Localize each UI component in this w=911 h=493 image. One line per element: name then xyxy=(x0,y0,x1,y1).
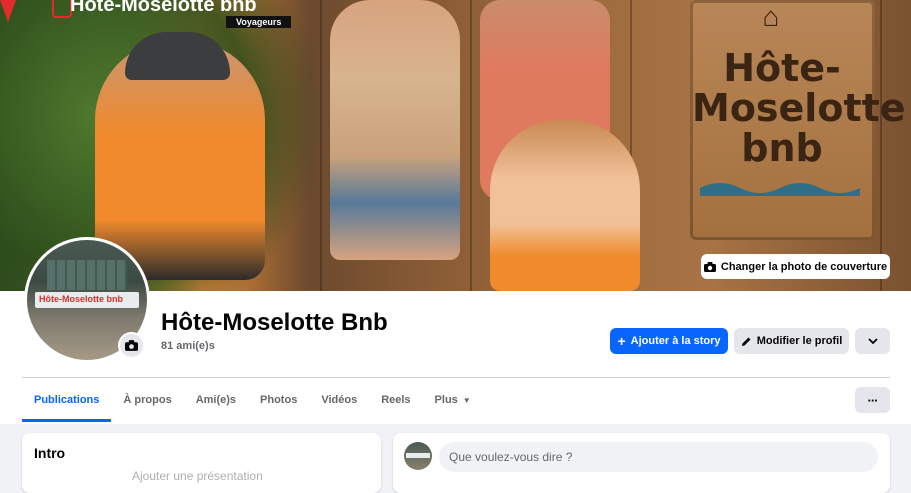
change-cover-label: Changer la photo de couverture xyxy=(720,260,888,273)
edit-profile-button[interactable]: Modifier le profil xyxy=(734,328,849,354)
cover-plank xyxy=(470,0,472,291)
intro-faded-text[interactable]: Ajouter une présentation xyxy=(132,469,263,483)
tab-label: Reels xyxy=(381,394,411,406)
add-story-label: Ajouter à la story xyxy=(630,335,721,347)
tab-label: Ami(e)s xyxy=(195,394,237,406)
cover-photo[interactable]: ⌂ Hôte- Moselotte bnb Hôte-Moselotte bnb… xyxy=(0,0,911,291)
tab-videos[interactable]: Vidéos xyxy=(309,378,369,422)
cover-girl-figure xyxy=(490,120,640,291)
post-composer-card xyxy=(393,433,890,493)
tab-about[interactable]: À propos xyxy=(111,378,183,422)
cover-woman-figure xyxy=(330,0,460,260)
tab-label: À propos xyxy=(123,394,172,406)
avatar-sign-text: Hôte-Moselotte bnb xyxy=(39,294,123,304)
cover-brand-name: Hôte-Moselotte bnb xyxy=(70,0,257,16)
sign-logo-icon: ⌂ xyxy=(762,1,780,32)
profile-tabs: Publications À propos Ami(e)s Photos Vid… xyxy=(22,378,483,422)
add-to-story-button[interactable]: + Ajouter à la story xyxy=(610,328,728,354)
pencil-icon xyxy=(741,337,751,346)
caret-down-icon: ▼ xyxy=(462,395,471,405)
tab-friends[interactable]: Ami(e)s xyxy=(184,378,248,422)
profile-options-dropdown[interactable] xyxy=(855,328,890,354)
cover-plank xyxy=(320,0,322,291)
intro-card: Intro Ajouter une présentation xyxy=(22,433,381,493)
tab-publications[interactable]: Publications xyxy=(22,378,112,422)
avatar-sign: Hôte-Moselotte bnb xyxy=(35,292,139,308)
cover-brand-banner: Hôte-Moselotte bnb Voyageurs xyxy=(0,0,310,28)
brand-heart-icon xyxy=(0,0,16,22)
more-options-button[interactable]: ··· xyxy=(855,387,890,413)
tab-label: Vidéos xyxy=(321,394,358,406)
sign-wave-icon xyxy=(700,183,860,196)
composer-avatar-sign xyxy=(406,453,430,458)
tab-more[interactable]: Plus ▼ xyxy=(423,378,483,422)
ellipsis-icon: ··· xyxy=(867,392,879,408)
plus-icon: + xyxy=(617,333,626,349)
cover-plank xyxy=(880,0,882,291)
tab-reels[interactable]: Reels xyxy=(369,378,422,422)
profile-name: Hôte-Moselotte Bnb xyxy=(161,309,388,336)
camera-icon xyxy=(703,261,716,272)
edit-profile-label: Modifier le profil xyxy=(756,335,843,347)
tab-label: Plus xyxy=(434,394,458,406)
friends-count[interactable]: 81 ami(e)s xyxy=(161,340,215,352)
tab-label: Photos xyxy=(260,394,298,406)
camera-icon xyxy=(125,340,138,351)
tab-photos[interactable]: Photos xyxy=(248,378,309,422)
cover-brand-tagline: Voyageurs xyxy=(226,16,292,28)
brand-logo-icon xyxy=(52,0,72,18)
update-avatar-button[interactable] xyxy=(118,332,145,359)
post-composer-input[interactable] xyxy=(439,442,878,472)
cover-sign-text: Hôte- Moselotte bnb xyxy=(692,46,906,170)
chevron-down-icon xyxy=(867,337,878,344)
avatar-window xyxy=(47,260,127,290)
composer-avatar[interactable] xyxy=(404,442,432,470)
tab-label: Publications xyxy=(34,394,100,406)
intro-title: Intro xyxy=(34,445,66,461)
change-cover-button[interactable]: Changer la photo de couverture xyxy=(701,254,890,279)
